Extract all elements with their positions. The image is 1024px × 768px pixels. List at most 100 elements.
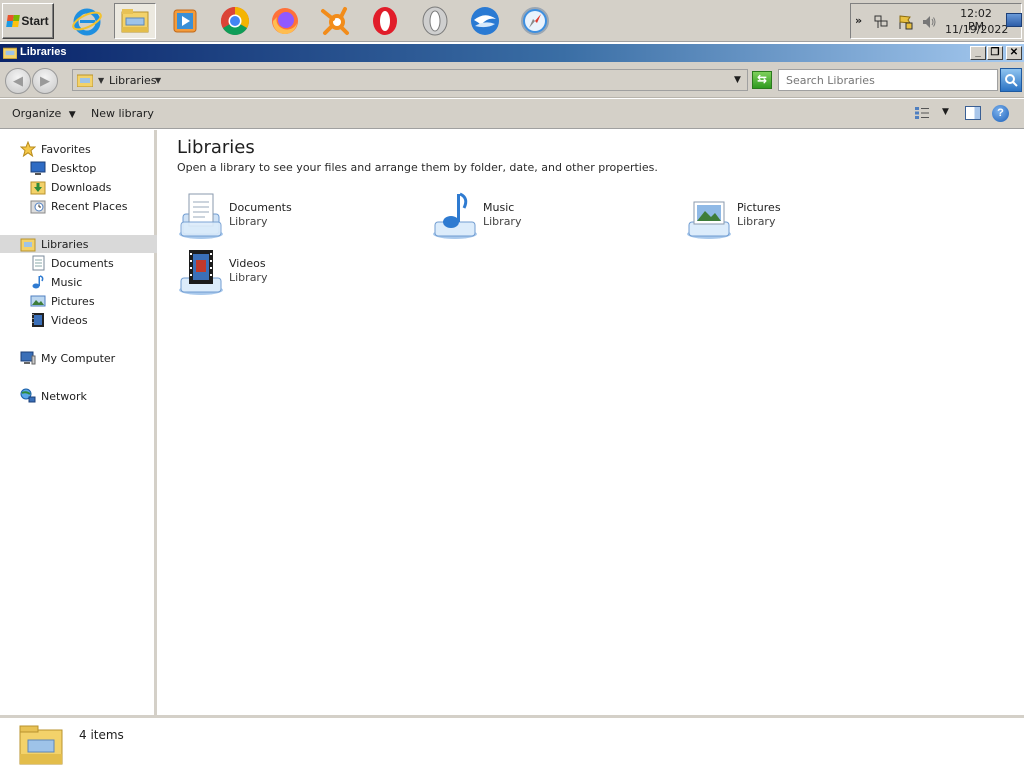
library-type: Library	[229, 215, 268, 228]
search-input[interactable]	[778, 69, 998, 91]
computer-icon	[20, 351, 36, 365]
windows-logo-icon	[6, 15, 21, 27]
preview-pane-icon[interactable]	[965, 106, 981, 120]
nav-item-my-computer[interactable]: My Computer	[0, 349, 157, 367]
view-options-chevron-icon[interactable]: ▼	[942, 107, 949, 117]
nav-item-downloads[interactable]: Downloads	[0, 178, 157, 196]
command-bar: Organize ▼ New library ▼ ?	[0, 99, 1024, 129]
minimize-button[interactable]: _	[970, 46, 986, 60]
organize-button[interactable]: Organize ▼	[12, 107, 76, 120]
media-player-icon[interactable]	[164, 3, 206, 39]
nav-item-desktop[interactable]: Desktop	[0, 159, 157, 177]
nav-item-videos[interactable]: Videos	[0, 311, 157, 329]
pictures-icon	[30, 295, 46, 307]
nav-label-desktop: Desktop	[51, 161, 97, 175]
back-arrow-icon: ◀	[13, 73, 23, 89]
library-type: Library	[229, 271, 268, 284]
library-name: Documents	[229, 201, 292, 214]
address-bar-row: ◀ ▶ ▼ Libraries ▼ ▼ ⇆	[0, 62, 1024, 98]
file-explorer-icon[interactable]	[114, 3, 156, 39]
volume-icon[interactable]	[921, 14, 937, 30]
nav-label-documents: Documents	[51, 256, 114, 270]
navigation-pane: Favorites Desktop Downloads Recent Place…	[0, 130, 157, 715]
nav-label-videos: Videos	[51, 313, 88, 327]
library-item-documents[interactable]: Documents Library	[177, 192, 417, 244]
libraries-folder-icon	[3, 47, 17, 59]
thunderbird-icon[interactable]	[464, 3, 506, 39]
change-view-icon[interactable]	[914, 106, 930, 120]
show-hidden-icons-icon[interactable]: »	[855, 14, 862, 27]
desktop-icon	[30, 161, 46, 175]
restore-button[interactable]: ❐	[987, 46, 1003, 60]
library-name: Videos	[229, 257, 266, 270]
pictures-library-icon	[687, 201, 731, 239]
nav-label-pictures: Pictures	[51, 294, 95, 308]
music-icon	[32, 275, 44, 289]
library-item-music[interactable]: Music Library	[431, 192, 671, 244]
forward-button[interactable]: ▶	[32, 68, 58, 94]
refresh-button[interactable]: ⇆	[752, 71, 772, 89]
downloads-icon	[30, 181, 46, 195]
safari-icon[interactable]	[514, 3, 556, 39]
network-icon	[20, 388, 36, 403]
nav-item-favorites[interactable]: Favorites	[0, 140, 157, 158]
address-history-dropdown-icon[interactable]: ▼	[734, 75, 741, 85]
nav-label-music: Music	[51, 275, 83, 289]
content-pane: Libraries Open a library to see your fil…	[160, 130, 1024, 715]
library-type: Library	[737, 215, 776, 228]
details-pane: 4 items	[0, 715, 1024, 768]
nav-item-pictures[interactable]: Pictures	[0, 292, 157, 310]
address-box[interactable]: ▼ Libraries ▼	[72, 69, 748, 91]
documents-library-icon	[179, 193, 223, 239]
new-library-button[interactable]: New library	[91, 107, 154, 120]
page-title: Libraries	[177, 137, 255, 158]
close-button[interactable]: ✕	[1006, 46, 1022, 60]
page-subtitle: Open a library to see your files and arr…	[177, 161, 658, 174]
clock-date[interactable]: 11/19/2022	[945, 23, 1008, 36]
taskbar: Start » 12:02 PM 11/19/2022	[0, 0, 1024, 42]
library-name: Pictures	[737, 201, 781, 214]
nav-label-recent-places: Recent Places	[51, 199, 128, 213]
window-titlebar[interactable]: Libraries _ ❐ ✕	[0, 44, 1024, 62]
nav-item-documents[interactable]: Documents	[0, 254, 157, 272]
firefox-icon[interactable]	[264, 3, 306, 39]
window-title: Libraries	[20, 46, 67, 58]
libraries-icon	[20, 238, 36, 252]
music-library-icon	[433, 192, 477, 239]
item-count: 4 items	[79, 728, 124, 742]
nav-item-network[interactable]: Network	[0, 387, 157, 405]
opera-icon[interactable]	[364, 3, 406, 39]
libraries-folder-icon	[77, 74, 93, 87]
network-tray-icon[interactable]	[873, 14, 889, 30]
library-type: Library	[483, 215, 522, 228]
nav-label-libraries: Libraries	[41, 237, 89, 251]
nav-label-favorites: Favorites	[41, 142, 91, 156]
breadcrumb-chevron-icon[interactable]: ▼	[98, 76, 104, 85]
help-icon[interactable]: ?	[992, 105, 1009, 122]
back-button[interactable]: ◀	[5, 68, 31, 94]
nav-item-libraries[interactable]: Libraries	[0, 235, 157, 253]
videos-library-icon	[179, 250, 223, 295]
nav-item-recent-places[interactable]: Recent Places	[0, 197, 157, 215]
nav-item-music[interactable]: Music	[0, 273, 157, 291]
library-name: Music	[483, 201, 515, 214]
recent-places-icon	[30, 200, 46, 214]
search-button[interactable]	[1000, 68, 1022, 92]
system-tray: » 12:02 PM 11/19/2022	[850, 3, 1022, 39]
opera-neon-icon[interactable]	[414, 3, 456, 39]
chrome-icon[interactable]	[214, 3, 256, 39]
chevron-down-icon: ▼	[68, 110, 76, 120]
refresh-icon: ⇆	[756, 72, 768, 86]
show-desktop-button[interactable]	[1006, 13, 1022, 27]
breadcrumb-chevron-down-icon[interactable]: ▼	[155, 76, 161, 85]
start-button[interactable]: Start	[2, 3, 54, 39]
documents-icon	[32, 255, 45, 271]
nav-label-downloads: Downloads	[51, 180, 112, 194]
avast-icon[interactable]	[314, 3, 356, 39]
library-item-pictures[interactable]: Pictures Library	[685, 192, 925, 244]
internet-explorer-icon[interactable]	[66, 3, 108, 39]
breadcrumb-libraries[interactable]: Libraries	[109, 74, 157, 87]
start-label: Start	[21, 14, 49, 28]
library-item-videos[interactable]: Videos Library	[177, 248, 417, 300]
action-center-flag-icon[interactable]	[897, 14, 913, 30]
